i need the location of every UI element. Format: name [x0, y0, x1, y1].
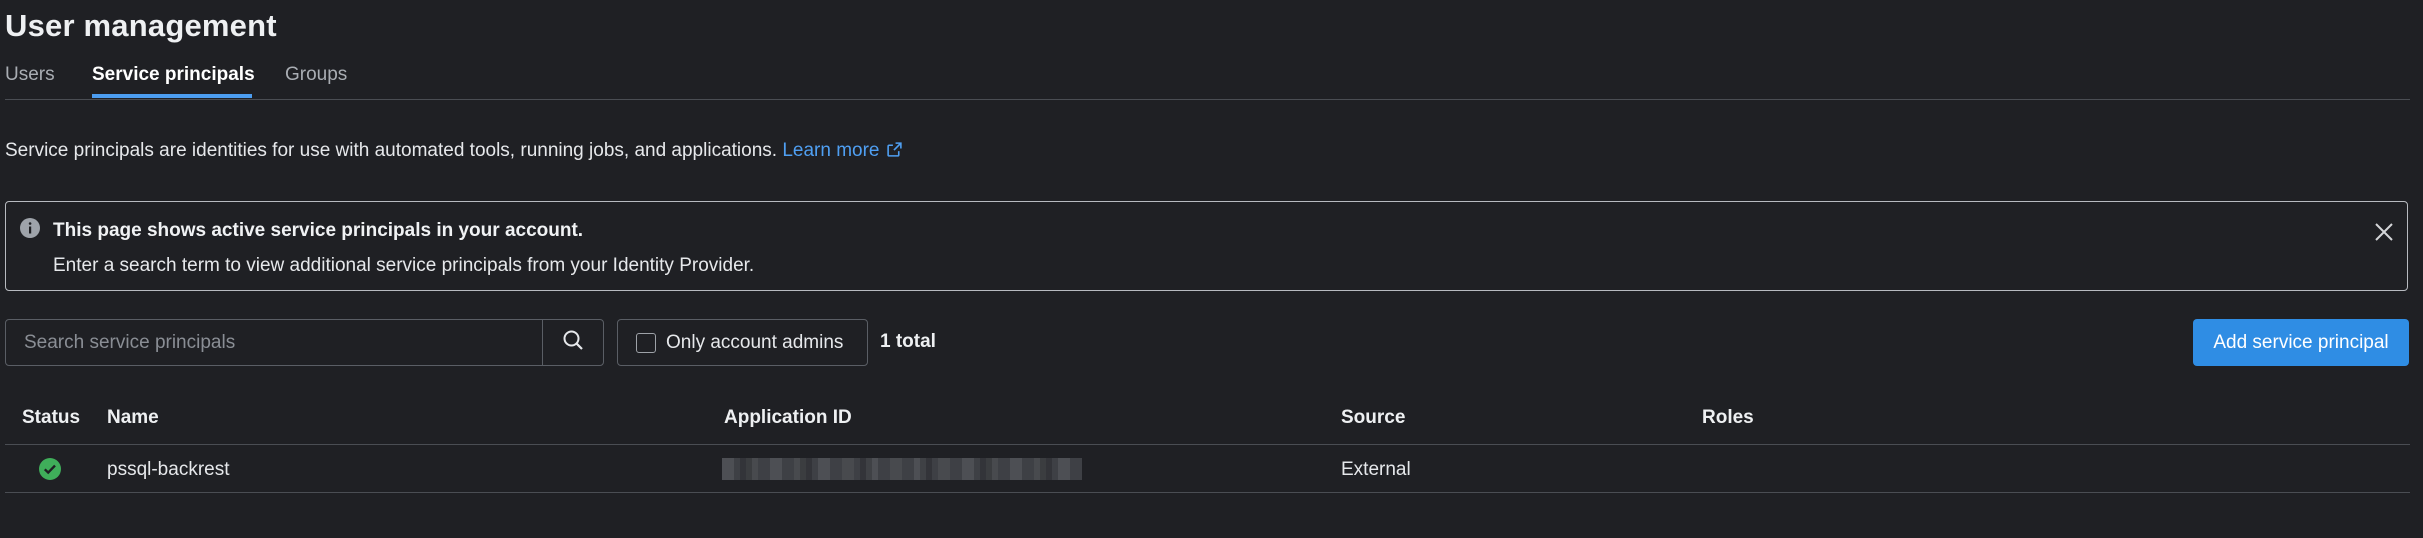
- tab-groups[interactable]: Groups: [285, 64, 347, 86]
- application-id-redacted: [722, 458, 1082, 480]
- page-title: User management: [5, 8, 277, 43]
- tab-service-principals[interactable]: Service principals: [92, 64, 255, 86]
- check-circle-icon: [38, 457, 62, 486]
- only-account-admins-filter[interactable]: Only account admins: [617, 319, 868, 366]
- add-service-principal-button[interactable]: Add service principal: [2193, 319, 2409, 366]
- info-icon: [19, 217, 41, 244]
- learn-more-label[interactable]: Learn more: [782, 140, 879, 161]
- search-icon[interactable]: [561, 328, 585, 357]
- close-icon[interactable]: [2373, 221, 2395, 248]
- tab-bar: Users Service principals Groups: [5, 62, 2410, 100]
- tab-users[interactable]: Users: [5, 64, 55, 86]
- banner-text: Enter a search term to view additional s…: [53, 255, 755, 276]
- page-description: Service principals are identities for us…: [5, 140, 903, 164]
- service-principals-table: Status Name Application ID Source Roles …: [5, 397, 2410, 493]
- table-row: pssql-backrest External: [5, 445, 2410, 493]
- banner-title: This page shows active service principal…: [53, 220, 584, 241]
- only-account-admins-label[interactable]: Only account admins: [666, 332, 843, 354]
- search-button[interactable]: [542, 320, 603, 365]
- search-box: [5, 319, 604, 366]
- source-cell: External: [1341, 459, 1411, 480]
- column-header-application-id[interactable]: Application ID: [724, 407, 852, 429]
- column-header-roles[interactable]: Roles: [1702, 407, 1754, 429]
- column-header-source[interactable]: Source: [1341, 407, 1405, 429]
- info-banner: This page shows active service principal…: [5, 201, 2408, 291]
- active-tab-indicator: [92, 94, 252, 98]
- search-input[interactable]: [7, 321, 542, 364]
- only-account-admins-checkbox[interactable]: [636, 333, 656, 353]
- column-header-status[interactable]: Status: [22, 407, 80, 429]
- table-header: Status Name Application ID Source Roles: [5, 397, 2410, 445]
- column-header-name[interactable]: Name: [107, 407, 159, 429]
- service-principal-name-link[interactable]: pssql-backrest: [107, 459, 230, 481]
- description-text: Service principals are identities for us…: [5, 140, 778, 161]
- total-count: 1 total: [880, 331, 936, 352]
- learn-more-link[interactable]: Learn more: [782, 140, 902, 161]
- external-link-icon[interactable]: [886, 141, 903, 164]
